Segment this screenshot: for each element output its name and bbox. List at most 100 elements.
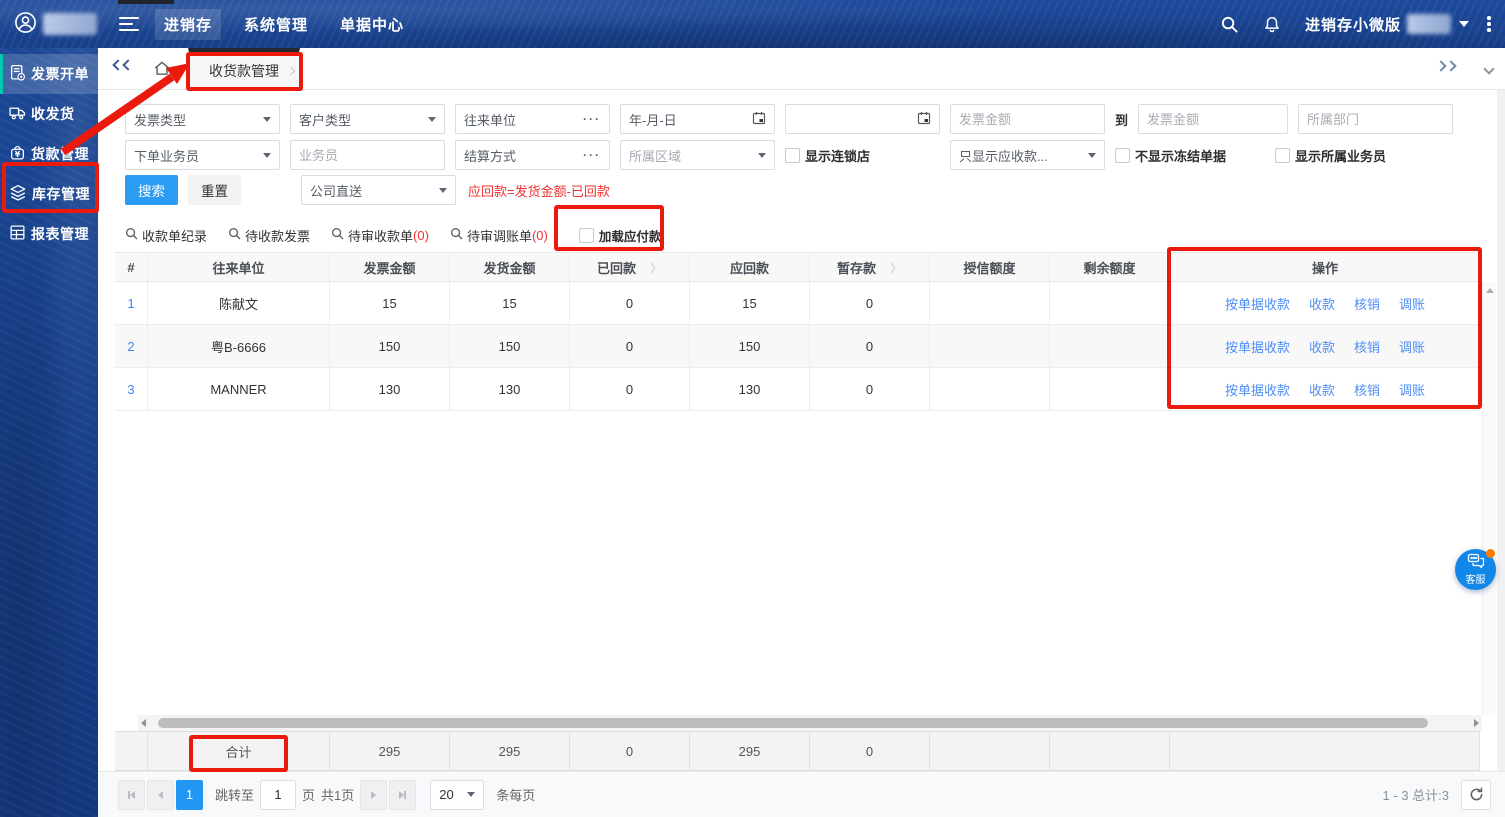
column-header-invoice-amount[interactable]: 发票金额	[330, 253, 450, 281]
write-off-link[interactable]: 核销	[1354, 294, 1380, 313]
refresh-button[interactable]	[1461, 780, 1491, 810]
column-header-index[interactable]: #	[115, 253, 148, 281]
receive-payment-link[interactable]: 收款	[1309, 294, 1335, 313]
scroll-up-arrow-icon[interactable]	[1486, 288, 1494, 293]
scroll-left-arrow-icon[interactable]	[141, 719, 146, 727]
receive-by-document-link[interactable]: 按单据收款	[1225, 294, 1290, 313]
nav-item-system-management[interactable]: 系统管理	[235, 9, 317, 40]
horizontal-scrollbar[interactable]	[138, 715, 1482, 731]
hide-frozen-docs-checkbox[interactable]: 不显示冻结单据	[1115, 146, 1265, 165]
ellipsis-icon: ···	[583, 112, 601, 126]
prev-page-button[interactable]	[147, 780, 174, 810]
home-icon[interactable]	[152, 59, 172, 81]
vertical-scrollbar[interactable]	[1482, 282, 1496, 715]
column-header-actions: 操作	[1170, 253, 1480, 281]
invoice-amount-min-input[interactable]	[950, 104, 1105, 134]
order-salesman-select[interactable]: 下单业务员	[125, 140, 280, 170]
reset-button[interactable]: 重置	[188, 175, 241, 205]
checkbox-icon[interactable]	[1115, 148, 1130, 163]
sidebar-item-invoicing[interactable]: 发票开单	[0, 54, 98, 94]
bell-icon[interactable]	[1261, 13, 1283, 35]
customer-support-button[interactable]: 客服	[1455, 549, 1496, 590]
receive-by-document-link[interactable]: 按单据收款	[1225, 337, 1290, 356]
row-index[interactable]: 3	[115, 368, 148, 410]
sidebar-item-inventory-management[interactable]: 库存管理	[0, 174, 98, 214]
receive-payment-link[interactable]: 收款	[1309, 337, 1335, 356]
tab-chevron-icon	[287, 67, 295, 75]
nav-item-inventory-suite[interactable]: 进销存	[155, 9, 221, 40]
checkbox-icon[interactable]	[1275, 148, 1290, 163]
delivery-mode-select[interactable]: 公司直送	[301, 175, 456, 205]
counterparty-picker[interactable]: 往来单位 ···	[455, 104, 610, 134]
chevron-down-icon	[263, 117, 271, 122]
column-header-due[interactable]: 应回款	[690, 253, 810, 281]
column-header-temp-deposit[interactable]: 暂存款〉	[810, 253, 930, 281]
chevron-right-icon[interactable]: 〉	[650, 259, 662, 276]
column-header-delivery-amount[interactable]: 发货金额	[450, 253, 570, 281]
table-row[interactable]: 1 陈献文 15 15 0 15 0 按单据收款 收款 核销 调账	[115, 282, 1480, 325]
write-off-link[interactable]: 核销	[1354, 380, 1380, 399]
chevron-down-icon	[263, 153, 271, 158]
cell-temp-deposit: 0	[810, 368, 930, 410]
hamburger-icon[interactable]	[119, 13, 139, 35]
pending-invoices-link[interactable]: 待收款发票	[228, 226, 310, 245]
column-header-remaining-limit[interactable]: 剩余额度	[1050, 253, 1170, 281]
page-size-select[interactable]: 20	[430, 780, 484, 810]
row-index[interactable]: 2	[115, 325, 148, 367]
column-header-credit-limit[interactable]: 授信额度	[930, 253, 1050, 281]
date-from-picker[interactable]: 年-月-日	[620, 104, 775, 134]
scroll-right-arrow-icon[interactable]	[1474, 719, 1479, 727]
row-index[interactable]: 1	[115, 282, 148, 324]
last-page-button[interactable]	[389, 780, 416, 810]
first-page-button[interactable]	[118, 780, 145, 810]
show-chain-stores-checkbox[interactable]: 显示连锁店	[785, 146, 940, 165]
tab-list-icon[interactable]	[1485, 61, 1493, 76]
salesman-input[interactable]	[290, 140, 445, 170]
column-header-counterparty[interactable]: 往来单位	[148, 253, 330, 281]
receipt-records-link[interactable]: 收款单纪录	[125, 226, 207, 245]
current-page-button[interactable]: 1	[176, 780, 203, 810]
show-owned-salesman-checkbox[interactable]: 显示所属业务员	[1275, 146, 1386, 165]
department-input[interactable]	[1298, 104, 1453, 134]
sidebar-item-shipping-receiving[interactable]: 收发货	[0, 94, 98, 134]
expand-tabs-icon[interactable]	[1437, 62, 1457, 70]
chevron-down-icon	[1088, 153, 1096, 158]
receive-by-document-link[interactable]: 按单据收款	[1225, 380, 1290, 399]
totals-paid: 0	[570, 732, 690, 770]
jump-page-input[interactable]	[260, 780, 296, 810]
link-count: (0)	[413, 228, 429, 243]
table-row[interactable]: 2 粤B-6666 150 150 0 150 0 按单据收款 收款 核销 调账	[115, 325, 1480, 368]
nav-item-document-center[interactable]: 单据中心	[331, 9, 413, 40]
next-page-button[interactable]	[360, 780, 387, 810]
brand-account[interactable]: 进销存小微版	[1305, 14, 1469, 35]
only-receivable-select[interactable]: 只显示应收款...	[950, 140, 1105, 170]
adjust-account-link[interactable]: 调账	[1399, 294, 1425, 313]
settlement-method-picker[interactable]: 结算方式 ···	[455, 140, 610, 170]
region-select[interactable]: 所属区域	[620, 140, 775, 170]
adjust-account-link[interactable]: 调账	[1399, 337, 1425, 356]
invoice-amount-max-input[interactable]	[1138, 104, 1288, 134]
sidebar-item-report-management[interactable]: 报表管理	[0, 214, 98, 254]
invoice-type-select[interactable]: 发票类型	[125, 104, 280, 134]
adjust-account-link[interactable]: 调账	[1399, 380, 1425, 399]
table-row[interactable]: 3 MANNER 130 130 0 130 0 按单据收款 收款 核销 调账	[115, 368, 1480, 411]
load-payables-checkbox[interactable]: 加载应付款	[579, 226, 662, 245]
pending-receipt-orders-link[interactable]: 待审收款单(0)	[331, 226, 429, 245]
scrollbar-thumb[interactable]	[158, 718, 1428, 728]
write-off-link[interactable]: 核销	[1354, 337, 1380, 356]
sidebar-item-payment-management[interactable]: ¥ 货款管理	[0, 134, 98, 174]
more-vertical-icon[interactable]	[1487, 14, 1491, 35]
search-button[interactable]: 搜索	[125, 175, 178, 205]
search-icon[interactable]	[1219, 13, 1241, 35]
collapse-tabs-icon[interactable]	[114, 61, 134, 69]
tab-receivables-management[interactable]: 收货款管理	[188, 48, 300, 90]
checkbox-icon[interactable]	[785, 148, 800, 163]
chevron-right-icon[interactable]: 〉	[890, 259, 902, 276]
date-to-picker[interactable]	[785, 104, 940, 134]
user-avatar-icon[interactable]	[14, 11, 37, 37]
pending-adjustment-orders-link[interactable]: 待审调账单(0)	[450, 226, 548, 245]
receive-payment-link[interactable]: 收款	[1309, 380, 1335, 399]
checkbox-icon[interactable]	[579, 228, 594, 243]
column-header-paid[interactable]: 已回款〉	[570, 253, 690, 281]
customer-type-select[interactable]: 客户类型	[290, 104, 445, 134]
